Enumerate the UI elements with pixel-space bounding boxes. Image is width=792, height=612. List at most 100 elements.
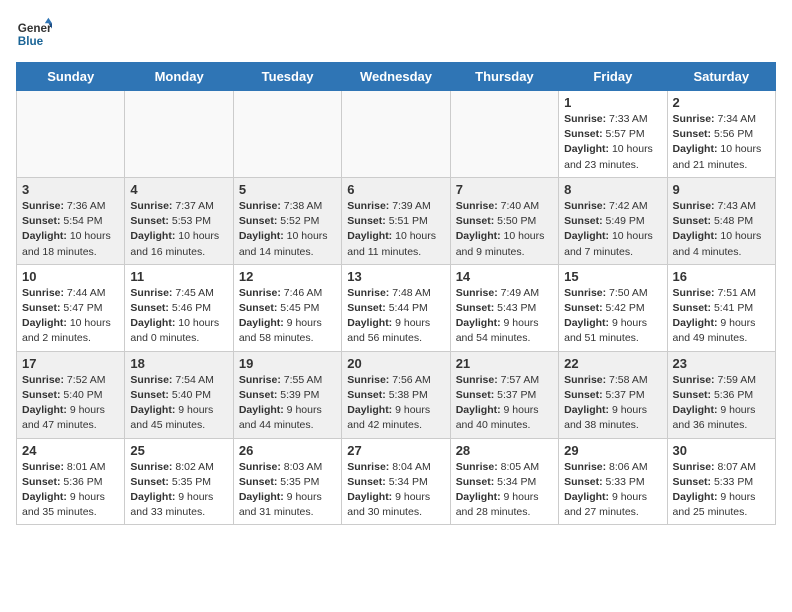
day-number: 15 (564, 269, 661, 284)
cell-info: Sunrise: 7:42 AMSunset: 5:49 PMDaylight:… (564, 199, 661, 260)
calendar-cell (17, 91, 125, 178)
cell-info: Sunrise: 7:48 AMSunset: 5:44 PMDaylight:… (347, 286, 444, 347)
day-number: 14 (456, 269, 553, 284)
cell-info: Sunrise: 7:56 AMSunset: 5:38 PMDaylight:… (347, 373, 444, 434)
day-number: 5 (239, 182, 336, 197)
cell-info: Sunrise: 8:07 AMSunset: 5:33 PMDaylight:… (673, 460, 770, 521)
day-number: 6 (347, 182, 444, 197)
cell-info: Sunrise: 7:34 AMSunset: 5:56 PMDaylight:… (673, 112, 770, 173)
cell-info: Sunrise: 7:46 AMSunset: 5:45 PMDaylight:… (239, 286, 336, 347)
cell-info: Sunrise: 8:06 AMSunset: 5:33 PMDaylight:… (564, 460, 661, 521)
cell-info: Sunrise: 7:58 AMSunset: 5:37 PMDaylight:… (564, 373, 661, 434)
calendar-cell: 8 Sunrise: 7:42 AMSunset: 5:49 PMDaylight… (559, 177, 667, 264)
cell-info: Sunrise: 7:45 AMSunset: 5:46 PMDaylight:… (130, 286, 227, 347)
day-header-thursday: Thursday (450, 63, 558, 91)
calendar-cell: 13 Sunrise: 7:48 AMSunset: 5:44 PMDayligh… (342, 264, 450, 351)
day-number: 3 (22, 182, 119, 197)
day-number: 17 (22, 356, 119, 371)
svg-text:Blue: Blue (18, 35, 44, 48)
cell-info: Sunrise: 8:03 AMSunset: 5:35 PMDaylight:… (239, 460, 336, 521)
calendar-cell: 23Sunrise: 7:59 AMSunset: 5:36 PMDayligh… (667, 351, 775, 438)
calendar-cell: 28 Sunrise: 8:05 AMSunset: 5:34 PMDayligh… (450, 438, 558, 525)
calendar-cell: 4 Sunrise: 7:37 AMSunset: 5:53 PMDaylight… (125, 177, 233, 264)
day-number: 29 (564, 443, 661, 458)
calendar-table: SundayMondayTuesdayWednesdayThursdayFrid… (16, 62, 776, 525)
calendar-week-2: 3 Sunrise: 7:36 AMSunset: 5:54 PMDaylight… (17, 177, 776, 264)
page-header: General Blue (16, 16, 776, 52)
cell-info: Sunrise: 8:02 AMSunset: 5:35 PMDaylight:… (130, 460, 227, 521)
day-number: 23 (673, 356, 770, 371)
calendar-cell: 5 Sunrise: 7:38 AMSunset: 5:52 PMDaylight… (233, 177, 341, 264)
day-number: 25 (130, 443, 227, 458)
logo-icon: General Blue (16, 16, 52, 52)
day-number: 30 (673, 443, 770, 458)
day-number: 2 (673, 95, 770, 110)
day-number: 4 (130, 182, 227, 197)
calendar-cell: 22 Sunrise: 7:58 AMSunset: 5:37 PMDayligh… (559, 351, 667, 438)
day-number: 13 (347, 269, 444, 284)
day-number: 28 (456, 443, 553, 458)
calendar-cell: 19 Sunrise: 7:55 AMSunset: 5:39 PMDayligh… (233, 351, 341, 438)
cell-info: Sunrise: 7:40 AMSunset: 5:50 PMDaylight:… (456, 199, 553, 260)
calendar-cell: 27 Sunrise: 8:04 AMSunset: 5:34 PMDayligh… (342, 438, 450, 525)
calendar-cell: 25 Sunrise: 8:02 AMSunset: 5:35 PMDayligh… (125, 438, 233, 525)
day-header-tuesday: Tuesday (233, 63, 341, 91)
day-number: 10 (22, 269, 119, 284)
calendar-cell: 29 Sunrise: 8:06 AMSunset: 5:33 PMDayligh… (559, 438, 667, 525)
calendar-cell: 16 Sunrise: 7:51 AMSunset: 5:41 PMDayligh… (667, 264, 775, 351)
cell-info: Sunrise: 7:44 AMSunset: 5:47 PMDaylight:… (22, 286, 119, 347)
day-header-saturday: Saturday (667, 63, 775, 91)
day-header-wednesday: Wednesday (342, 63, 450, 91)
calendar-week-3: 10 Sunrise: 7:44 AMSunset: 5:47 PMDayligh… (17, 264, 776, 351)
cell-info: Sunrise: 7:55 AMSunset: 5:39 PMDaylight:… (239, 373, 336, 434)
day-header-friday: Friday (559, 63, 667, 91)
cell-info: Sunrise: 7:50 AMSunset: 5:42 PMDaylight:… (564, 286, 661, 347)
day-number: 8 (564, 182, 661, 197)
day-number: 27 (347, 443, 444, 458)
calendar-cell: 10 Sunrise: 7:44 AMSunset: 5:47 PMDayligh… (17, 264, 125, 351)
day-number: 18 (130, 356, 227, 371)
day-header-monday: Monday (125, 63, 233, 91)
cell-info: Sunrise: 7:43 AMSunset: 5:48 PMDaylight:… (673, 199, 770, 260)
calendar-week-5: 24 Sunrise: 8:01 AMSunset: 5:36 PMDayligh… (17, 438, 776, 525)
cell-info: Sunrise: 8:05 AMSunset: 5:34 PMDaylight:… (456, 460, 553, 521)
calendar-week-4: 17 Sunrise: 7:52 AMSunset: 5:40 PMDayligh… (17, 351, 776, 438)
cell-info: Sunrise: 7:37 AMSunset: 5:53 PMDaylight:… (130, 199, 227, 260)
cell-info: Sunrise: 7:39 AMSunset: 5:51 PMDaylight:… (347, 199, 444, 260)
day-number: 22 (564, 356, 661, 371)
calendar-cell: 7 Sunrise: 7:40 AMSunset: 5:50 PMDaylight… (450, 177, 558, 264)
day-number: 20 (347, 356, 444, 371)
cell-info: Sunrise: 7:57 AMSunset: 5:37 PMDaylight:… (456, 373, 553, 434)
calendar-cell (233, 91, 341, 178)
calendar-week-1: 1Sunrise: 7:33 AMSunset: 5:57 PMDaylight… (17, 91, 776, 178)
calendar-cell: 24 Sunrise: 8:01 AMSunset: 5:36 PMDayligh… (17, 438, 125, 525)
cell-info: Sunrise: 7:36 AMSunset: 5:54 PMDaylight:… (22, 199, 119, 260)
day-number: 16 (673, 269, 770, 284)
day-number: 19 (239, 356, 336, 371)
cell-info: Sunrise: 7:51 AMSunset: 5:41 PMDaylight:… (673, 286, 770, 347)
svg-text:General: General (18, 22, 52, 35)
day-number: 7 (456, 182, 553, 197)
cell-info: Sunrise: 7:52 AMSunset: 5:40 PMDaylight:… (22, 373, 119, 434)
calendar-cell: 17 Sunrise: 7:52 AMSunset: 5:40 PMDayligh… (17, 351, 125, 438)
day-header-sunday: Sunday (17, 63, 125, 91)
calendar-cell (450, 91, 558, 178)
calendar-cell: 15 Sunrise: 7:50 AMSunset: 5:42 PMDayligh… (559, 264, 667, 351)
calendar-cell: 14Sunrise: 7:49 AMSunset: 5:43 PMDayligh… (450, 264, 558, 351)
calendar-cell (125, 91, 233, 178)
day-number: 24 (22, 443, 119, 458)
day-number: 12 (239, 269, 336, 284)
calendar-cell (342, 91, 450, 178)
cell-info: Sunrise: 7:38 AMSunset: 5:52 PMDaylight:… (239, 199, 336, 260)
calendar-cell: 18 Sunrise: 7:54 AMSunset: 5:40 PMDayligh… (125, 351, 233, 438)
calendar-cell: 2 Sunrise: 7:34 AMSunset: 5:56 PMDaylight… (667, 91, 775, 178)
calendar-cell: 9 Sunrise: 7:43 AMSunset: 5:48 PMDaylight… (667, 177, 775, 264)
cell-info: Sunrise: 8:01 AMSunset: 5:36 PMDaylight:… (22, 460, 119, 521)
day-number: 11 (130, 269, 227, 284)
day-number: 21 (456, 356, 553, 371)
day-number: 9 (673, 182, 770, 197)
cell-info: Sunrise: 7:33 AMSunset: 5:57 PMDaylight:… (564, 112, 661, 173)
cell-info: Sunrise: 7:54 AMSunset: 5:40 PMDaylight:… (130, 373, 227, 434)
cell-info: Sunrise: 8:04 AMSunset: 5:34 PMDaylight:… (347, 460, 444, 521)
calendar-cell: 1Sunrise: 7:33 AMSunset: 5:57 PMDaylight… (559, 91, 667, 178)
